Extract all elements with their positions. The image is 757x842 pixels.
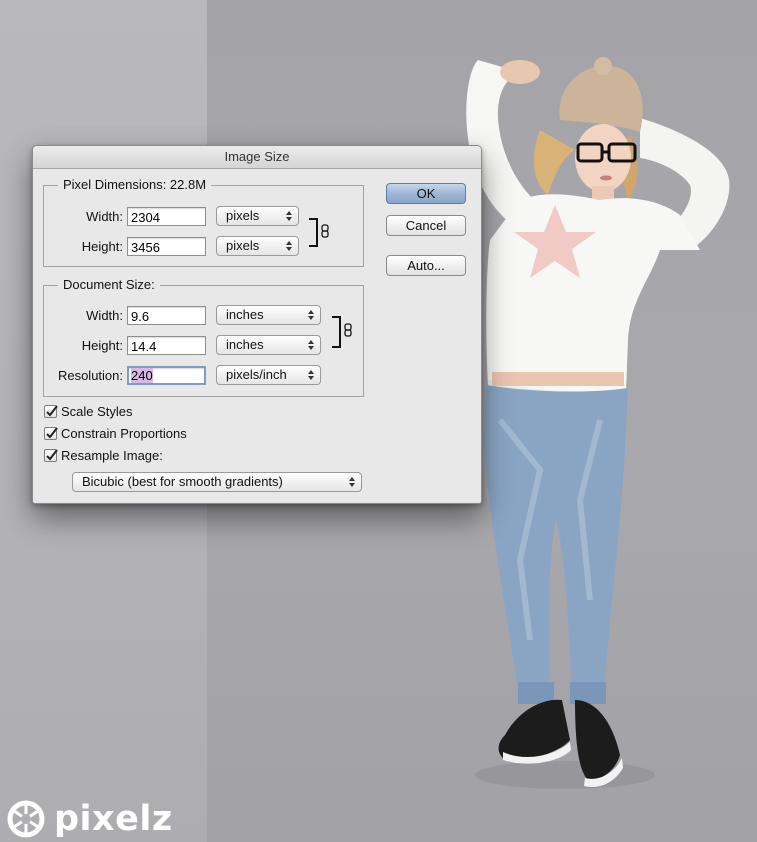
updown-arrows-icon	[308, 340, 314, 350]
checkmark-icon	[46, 405, 58, 417]
constrain-proportions-label[interactable]: Constrain Proportions	[61, 426, 187, 442]
doc-height-unit-select[interactable]: inches	[216, 335, 321, 355]
pixel-width-field[interactable]: 2304	[127, 207, 206, 226]
updown-arrows-icon	[286, 211, 292, 221]
pixel-width-unit-value: pixels	[226, 208, 260, 223]
resample-image-label[interactable]: Resample Image:	[61, 448, 163, 464]
pixelz-watermark: pixelz	[4, 797, 173, 841]
pixel-constrain-bracket	[309, 218, 318, 247]
doc-width-label: Width:	[86, 308, 123, 323]
resample-method-select[interactable]: Bicubic (best for smooth gradients)	[72, 472, 362, 492]
updown-arrows-icon	[349, 477, 355, 487]
chain-link-icon	[321, 224, 329, 238]
updown-arrows-icon	[308, 370, 314, 380]
pixel-height-unit-select[interactable]: pixels	[216, 236, 299, 256]
pixel-height-unit-value: pixels	[226, 238, 260, 253]
resample-method-value: Bicubic (best for smooth gradients)	[82, 474, 283, 489]
pixel-height-field[interactable]: 3456	[127, 237, 206, 256]
doc-constrain-bracket	[332, 316, 341, 348]
resolution-unit-value: pixels/inch	[226, 367, 287, 382]
updown-arrows-icon	[308, 310, 314, 320]
aperture-icon	[7, 800, 45, 838]
resolution-value: 240	[131, 368, 153, 383]
resolution-label: Resolution:	[57, 368, 123, 383]
pixel-dimensions-legend: Pixel Dimensions: 22.8M	[58, 177, 212, 193]
scale-styles-label[interactable]: Scale Styles	[61, 404, 133, 420]
document-size-legend: Document Size:	[58, 277, 160, 293]
doc-width-unit-select[interactable]: inches	[216, 305, 321, 325]
resolution-unit-select[interactable]: pixels/inch	[216, 365, 321, 385]
doc-height-label: Height:	[81, 338, 123, 353]
image-size-dialog: Image Size Pixel Dimensions: 22.8M Width…	[32, 145, 482, 504]
auto-button[interactable]: Auto...	[386, 255, 466, 276]
doc-height-unit-value: inches	[226, 337, 264, 352]
checkmark-icon	[46, 427, 58, 439]
updown-arrows-icon	[286, 241, 292, 251]
doc-height-field[interactable]: 14.4	[127, 336, 206, 355]
dialog-titlebar[interactable]: Image Size	[33, 146, 481, 169]
chain-link-icon	[344, 323, 352, 337]
cancel-button[interactable]: Cancel	[386, 215, 466, 236]
pixel-width-unit-select[interactable]: pixels	[216, 206, 299, 226]
checkmark-icon	[46, 449, 58, 461]
scale-styles-checkbox[interactable]	[44, 405, 58, 418]
doc-width-field[interactable]: 9.6	[127, 306, 206, 325]
pixel-height-label: Height:	[81, 239, 123, 254]
constrain-proportions-checkbox[interactable]	[44, 427, 58, 440]
watermark-text: pixelz	[54, 799, 173, 839]
doc-width-unit-value: inches	[226, 307, 264, 322]
pixel-width-label: Width:	[86, 209, 123, 224]
resample-image-checkbox[interactable]	[44, 449, 58, 462]
dialog-title: Image Size	[224, 149, 290, 164]
resolution-field[interactable]: 240	[127, 366, 206, 385]
ok-button[interactable]: OK	[386, 183, 466, 204]
